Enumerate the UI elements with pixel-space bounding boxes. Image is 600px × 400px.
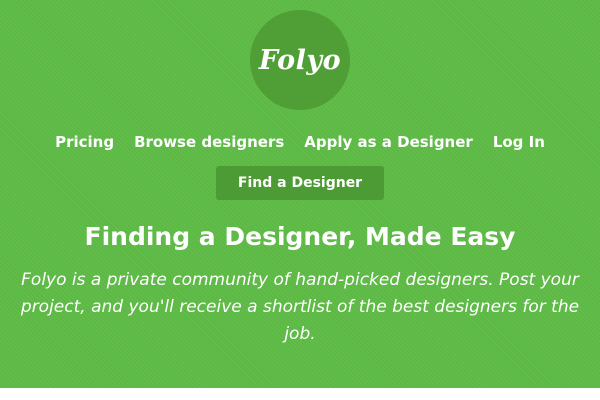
logo[interactable]: Folyo	[250, 10, 350, 110]
nav-link-browse-designers[interactable]: Browse designers	[134, 133, 284, 151]
logo-text: Folyo	[258, 44, 342, 76]
page-headline: Finding a Designer, Made Easy	[84, 222, 516, 251]
hero-tagline: Folyo is a private community of hand-pic…	[20, 270, 580, 344]
hero-section: Folyo Pricing Browse designers Apply as …	[0, 0, 600, 388]
main-nav: Pricing Browse designers Apply as a Desi…	[0, 133, 600, 151]
nav-link-log-in[interactable]: Log In	[493, 133, 545, 151]
find-designer-button[interactable]: Find a Designer	[216, 166, 384, 200]
nav-link-apply-as-designer[interactable]: Apply as a Designer	[304, 133, 473, 151]
nav-link-pricing[interactable]: Pricing	[55, 133, 114, 151]
